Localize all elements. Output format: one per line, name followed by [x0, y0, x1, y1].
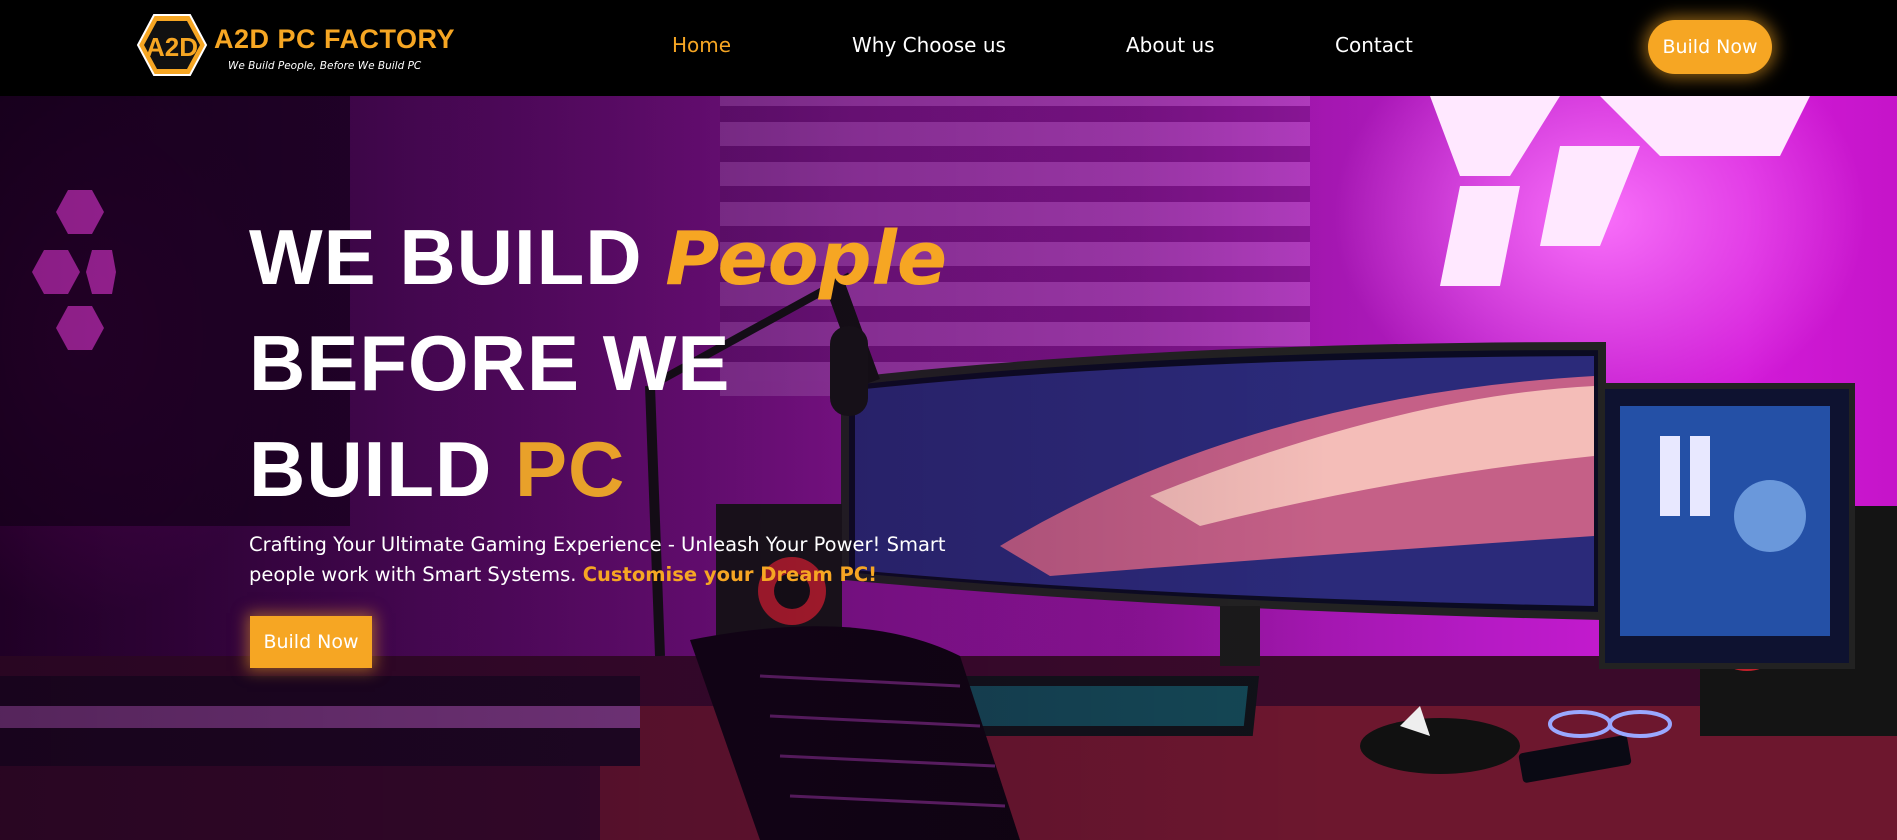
- hero-headline: WE BUILD People BEFORE WE BUILD PC: [249, 204, 947, 522]
- headline-line-1-text: WE BUILD: [249, 213, 666, 301]
- nav-home[interactable]: Home: [672, 33, 731, 57]
- nav-contact[interactable]: Contact: [1335, 33, 1413, 57]
- hexagon-logo-icon: A2D: [136, 14, 208, 76]
- headline-line-3: BUILD PC: [249, 416, 947, 522]
- headline-accent-pc: PC: [514, 425, 626, 513]
- hero-section: WE BUILD People BEFORE WE BUILD PC Craft…: [0, 96, 1897, 840]
- hero-build-now-button[interactable]: Build Now: [250, 616, 372, 668]
- nav-about-us[interactable]: About us: [1126, 33, 1215, 57]
- hero-description-highlight: Customise your Dream PC!: [582, 563, 878, 586]
- headline-line-2: BEFORE WE: [249, 319, 731, 407]
- header-build-now-button[interactable]: Build Now: [1648, 20, 1772, 74]
- headline-line-1: WE BUILD People: [249, 204, 947, 310]
- headline-accent-people: People: [665, 216, 948, 302]
- top-navbar: A2D A2D PC FACTORY We Build People, Befo…: [0, 0, 1897, 96]
- brand-tagline: We Build People, Before We Build PC: [228, 60, 422, 72]
- nav-why-choose-us[interactable]: Why Choose us: [852, 33, 1006, 57]
- hero-description: Crafting Your Ultimate Gaming Experience…: [249, 530, 989, 590]
- logo-badge-text: A2D: [146, 32, 198, 62]
- brand-name: A2D PC FACTORY: [214, 24, 456, 54]
- headline-line-3-text: BUILD: [249, 425, 515, 513]
- brand-logo[interactable]: A2D A2D PC FACTORY We Build People, Befo…: [136, 12, 455, 80]
